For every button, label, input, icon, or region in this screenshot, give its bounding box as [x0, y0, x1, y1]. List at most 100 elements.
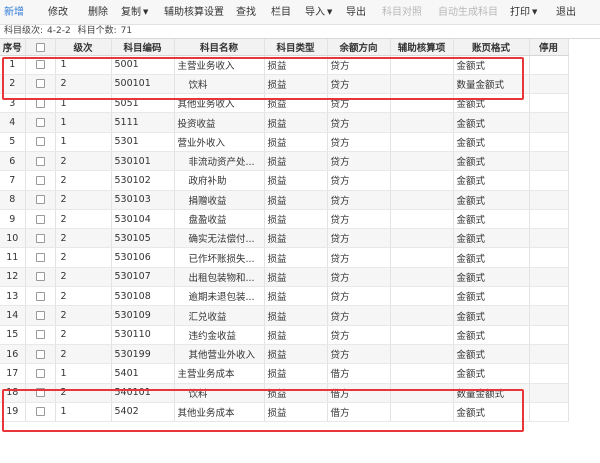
import-button[interactable]: 导入 ▼ — [305, 0, 332, 25]
table-row[interactable]: 12 2 530107 出租包装物和... 损益 贷方 金额式 — [0, 267, 569, 288]
accounts-table: 序号 级次 科目编码 科目名称 科目类型 余额方向 辅助核算项 账页格式 停用 … — [0, 39, 569, 423]
row-checkbox[interactable] — [35, 253, 45, 263]
table-row[interactable]: 3 1 5051 其他业务收入 损益 贷方 金额式 — [0, 93, 569, 114]
cell-level: 2 — [55, 267, 112, 288]
table-row[interactable]: 14 2 530109 汇兑收益 损益 贷方 金额式 — [0, 305, 569, 326]
copy-button[interactable]: 复制 ▼ — [121, 0, 148, 25]
table-row[interactable]: 2 2 500101 饮料 损益 贷方 数量金额式 — [0, 74, 569, 95]
cell-seq: 4 — [0, 112, 26, 133]
table-row[interactable]: 11 2 530106 已作坏账损失... 损益 贷方 金额式 — [0, 247, 569, 268]
cell-format: 金额式 — [453, 228, 530, 249]
cell-format: 金额式 — [453, 267, 530, 288]
row-checkbox[interactable] — [35, 272, 45, 282]
cell-disabled — [529, 190, 569, 210]
auto-generate-button[interactable]: 自动生成科目 — [438, 0, 498, 25]
row-checkbox[interactable] — [35, 156, 45, 166]
col-format[interactable]: 账页格式 — [453, 39, 530, 56]
cell-aux — [390, 170, 454, 191]
aux-settings-button[interactable]: 辅助核算设置 — [164, 0, 224, 25]
cell-select — [25, 305, 56, 326]
col-select[interactable] — [25, 39, 56, 56]
cell-direction: 贷方 — [327, 228, 391, 249]
row-checkbox[interactable] — [35, 79, 45, 89]
cell-seq: 1 — [0, 55, 26, 75]
cell-name: 其他业务收入 — [174, 93, 265, 114]
new-button[interactable]: 新增 — [4, 0, 24, 25]
row-checkbox[interactable] — [35, 311, 45, 320]
cell-aux — [390, 74, 454, 95]
cell-name: 饮料 — [174, 74, 265, 95]
col-aux[interactable]: 辅助核算项 — [390, 39, 454, 56]
columns-button[interactable]: 栏目 — [271, 0, 291, 25]
row-checkbox[interactable] — [35, 60, 45, 70]
row-checkbox[interactable] — [35, 137, 45, 147]
find-button[interactable]: 查找 — [236, 0, 256, 25]
cell-disabled — [529, 383, 569, 403]
row-checkbox[interactable] — [35, 195, 45, 205]
row-checkbox[interactable] — [35, 349, 45, 359]
table-row[interactable]: 5 1 5301 营业外收入 损益 贷方 金额式 — [0, 132, 569, 152]
edit-button[interactable]: 修改 — [48, 0, 68, 25]
cell-code: 500101 — [111, 74, 175, 95]
cell-direction: 贷方 — [327, 190, 391, 210]
cell-direction: 贷方 — [327, 267, 391, 288]
select-all-checkbox[interactable] — [35, 42, 45, 52]
row-checkbox[interactable] — [35, 388, 45, 398]
row-checkbox[interactable] — [35, 214, 45, 224]
table-row[interactable]: 18 2 540101 饮料 损益 借方 数量金额式 — [0, 383, 569, 403]
cell-direction: 贷方 — [327, 93, 391, 114]
row-checkbox[interactable] — [35, 118, 45, 128]
col-type[interactable]: 科目类型 — [264, 39, 328, 56]
table-header: 序号 级次 科目编码 科目名称 科目类型 余额方向 辅助核算项 账页格式 停用 — [0, 39, 569, 56]
table-row[interactable]: 1 1 5001 主营业务收入 损益 贷方 金额式 — [0, 55, 569, 75]
cell-level: 1 — [55, 55, 112, 75]
row-checkbox[interactable] — [35, 175, 45, 185]
cell-name: 饮料 — [174, 383, 265, 403]
table-row[interactable]: 9 2 530104 盘盈收益 损益 贷方 金额式 — [0, 209, 569, 230]
chevron-down-icon: ▼ — [532, 8, 538, 16]
cell-code: 530109 — [111, 305, 175, 326]
col-direction[interactable]: 余额方向 — [327, 39, 391, 56]
row-checkbox[interactable] — [35, 233, 45, 243]
row-checkbox[interactable] — [35, 407, 45, 417]
delete-button[interactable]: 删除 — [88, 0, 108, 25]
table-row[interactable]: 13 2 530108 逾期未退包装... 损益 贷方 金额式 — [0, 286, 569, 307]
cell-seq: 18 — [0, 383, 26, 403]
cell-select — [25, 325, 56, 345]
exit-button[interactable]: 退出 — [556, 0, 576, 25]
cell-disabled — [529, 228, 569, 249]
col-code[interactable]: 科目编码 — [111, 39, 175, 56]
table-row[interactable]: 19 1 5402 其他业务成本 损益 借方 金额式 — [0, 402, 569, 423]
cell-type: 损益 — [264, 112, 328, 133]
table-row[interactable]: 8 2 530103 捐赠收益 损益 贷方 金额式 — [0, 190, 569, 210]
cell-seq: 7 — [0, 170, 26, 191]
cell-type: 损益 — [264, 325, 328, 345]
table-row[interactable]: 17 1 5401 主营业务成本 损益 借方 金额式 — [0, 363, 569, 384]
table-row[interactable]: 6 2 530101 非流动资产处... 损益 贷方 金额式 — [0, 151, 569, 172]
row-checkbox[interactable] — [35, 330, 45, 340]
compare-button[interactable]: 科目对照 — [382, 0, 422, 25]
cell-level: 2 — [55, 151, 112, 172]
cell-direction: 借方 — [327, 363, 391, 384]
table-row[interactable]: 10 2 530105 确实无法偿付... 损益 贷方 金额式 — [0, 228, 569, 249]
print-button[interactable]: 打印 ▼ — [510, 0, 537, 25]
table-row[interactable]: 4 1 5111 投资收益 损益 贷方 金额式 — [0, 112, 569, 133]
export-button[interactable]: 导出 — [346, 0, 366, 25]
row-checkbox[interactable] — [35, 98, 45, 108]
cell-aux — [390, 402, 454, 423]
row-checkbox[interactable] — [35, 368, 45, 378]
col-disabled[interactable]: 停用 — [529, 39, 569, 56]
cell-direction: 贷方 — [327, 247, 391, 268]
col-seq[interactable]: 序号 — [0, 39, 26, 56]
cell-format: 数量金额式 — [453, 74, 530, 95]
table-row[interactable]: 15 2 530110 违约金收益 损益 贷方 金额式 — [0, 325, 569, 345]
cell-code: 530108 — [111, 286, 175, 307]
cell-level: 2 — [55, 170, 112, 191]
table-row[interactable]: 16 2 530199 其他营业外收入 损益 贷方 金额式 — [0, 344, 569, 365]
row-checkbox[interactable] — [35, 291, 45, 301]
cell-format: 金额式 — [453, 325, 530, 345]
col-level[interactable]: 级次 — [55, 39, 112, 56]
cell-code: 530107 — [111, 267, 175, 288]
table-row[interactable]: 7 2 530102 政府补助 损益 贷方 金额式 — [0, 170, 569, 191]
col-name[interactable]: 科目名称 — [174, 39, 265, 56]
